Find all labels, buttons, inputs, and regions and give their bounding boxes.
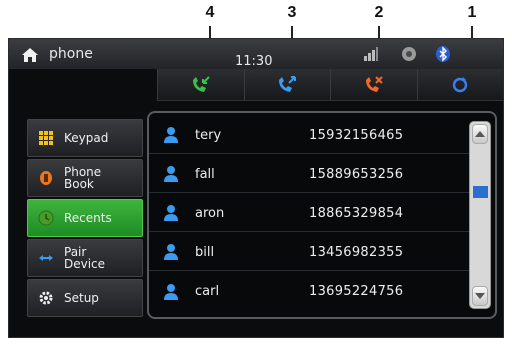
contact-name: fall: [195, 166, 215, 182]
contact-number: 13695224756: [309, 284, 404, 299]
sidebar-item-label: Phone Book: [64, 165, 102, 191]
list-item[interactable]: aron 18865329854: [149, 195, 469, 232]
pair-device-icon: [39, 255, 53, 261]
contact-icon: [164, 127, 178, 143]
chevron-up-icon: [475, 131, 485, 137]
callout-1: 1: [467, 4, 477, 21]
app-title: phone: [49, 46, 93, 62]
callout-3: 3: [287, 4, 297, 21]
contact-name: aron: [195, 205, 225, 221]
scrollbar[interactable]: [469, 121, 491, 309]
incoming-call-icon: [192, 75, 210, 92]
outgoing-call-icon: [279, 75, 297, 92]
recents-list: tery 15932156465 fall 15889653256 aron 1…: [147, 111, 497, 319]
chevron-down-icon: [475, 293, 485, 299]
contact-number: 15889653256: [309, 166, 404, 182]
list-item[interactable]: fall 15889653256: [149, 156, 469, 193]
contact-icon: [164, 166, 178, 182]
missed-call-icon: [365, 75, 383, 92]
phone-screen: phone 11:30 Keypad Phone Book Recents Pa…: [8, 38, 504, 338]
callout-2: 2: [374, 4, 384, 21]
sidebar: Keypad Phone Book Recents Pair Device Se…: [27, 119, 143, 319]
sidebar-item-phonebook[interactable]: Phone Book: [27, 159, 143, 197]
sidebar-item-label: Setup: [64, 291, 99, 305]
phonebook-icon: [40, 171, 52, 185]
list-item[interactable]: tery 15932156465: [149, 117, 469, 154]
gear-icon: [39, 291, 53, 305]
tab-incoming-calls[interactable]: [157, 69, 244, 100]
home-icon[interactable]: [21, 47, 39, 63]
sidebar-item-label: Pair Device: [64, 245, 106, 271]
recents-icon: [38, 210, 54, 226]
sidebar-item-setup[interactable]: Setup: [27, 279, 143, 317]
contact-number: 18865329854: [309, 205, 404, 221]
tab-outgoing-calls[interactable]: [243, 69, 330, 100]
all-calls-icon: [453, 76, 468, 92]
contact-name: carl: [195, 284, 220, 299]
contact-number: 15932156465: [309, 127, 404, 143]
contact-icon: [164, 283, 178, 300]
sidebar-item-pair-device[interactable]: Pair Device: [27, 239, 143, 277]
scroll-thumb[interactable]: [473, 186, 488, 198]
sidebar-item-label: Recents: [64, 211, 112, 225]
list-item[interactable]: bill 13456982355: [149, 234, 469, 271]
sidebar-item-keypad[interactable]: Keypad: [27, 119, 143, 157]
bluetooth-icon: [436, 46, 450, 62]
list-item[interactable]: carl 13695224756: [149, 273, 469, 310]
signal-icon: [364, 47, 378, 61]
tab-missed-calls[interactable]: [330, 69, 417, 100]
sidebar-item-recents[interactable]: Recents: [27, 199, 143, 237]
status-bar: phone 11:30: [9, 39, 503, 69]
scroll-down-button[interactable]: [472, 286, 488, 306]
gear-icon: [402, 47, 416, 61]
tab-all-calls[interactable]: [416, 69, 503, 100]
scroll-up-button[interactable]: [472, 124, 488, 144]
callout-4: 4: [205, 4, 215, 21]
call-filter-tabs: [157, 69, 503, 101]
sidebar-item-label: Keypad: [64, 131, 109, 145]
contact-icon: [164, 244, 178, 260]
contact-name: bill: [195, 244, 215, 260]
contact-name: tery: [195, 127, 222, 143]
keypad-icon: [39, 131, 53, 145]
clock: 11:30: [235, 54, 273, 69]
contact-number: 13456982355: [309, 244, 404, 260]
contact-icon: [164, 205, 178, 221]
